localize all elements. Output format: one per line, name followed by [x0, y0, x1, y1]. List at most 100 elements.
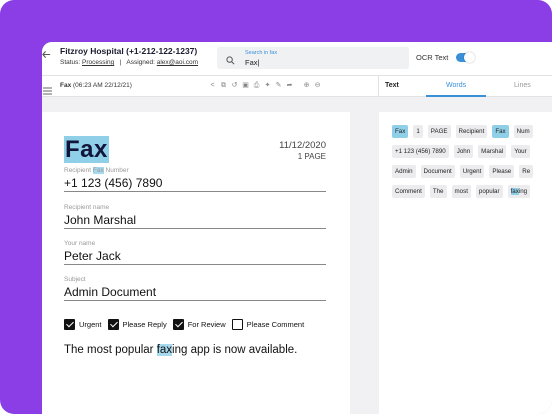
tab-text[interactable]: Text [385, 82, 399, 89]
word-chip[interactable]: 1 [413, 125, 423, 138]
status-separator: | [116, 59, 125, 66]
word-chip[interactable]: Urgent [459, 165, 485, 178]
checkbox-for-review[interactable]: For Review [172, 319, 226, 330]
text-part: ing app is now available. [172, 344, 298, 356]
status-value[interactable]: Processing [82, 59, 114, 66]
word-chip[interactable]: Fax [392, 125, 409, 138]
document-name: Fax [60, 82, 72, 89]
word-row: Admin Document Urgent Please Re [392, 165, 552, 178]
checkbox-box[interactable] [64, 319, 75, 330]
word-chip[interactable]: PAGE [427, 125, 451, 138]
word-chip[interactable]: Recipient [455, 125, 488, 138]
word-chip[interactable]: Marshal [478, 145, 507, 158]
zoom-in-icon[interactable]: ⊕ [302, 80, 311, 92]
print-icon[interactable]: ⎙ [252, 80, 261, 92]
word-row: Fax 1 PAGE Recipient Fax Num [392, 125, 552, 138]
fax-page: Fax 11/12/2020 1 PAGE Recipient Fax Numb… [42, 112, 350, 414]
ocr-tabs: Text Words Lines [379, 76, 552, 97]
checkbox-urgent[interactable]: Urgent [64, 319, 102, 330]
field-label: Recipient Fax Number [64, 167, 326, 174]
checkbox-label: Please Comment [246, 320, 305, 329]
label-part: Recipient [64, 167, 93, 174]
document-viewer: Fax 11/12/2020 1 PAGE Recipient Fax Numb… [42, 97, 379, 414]
checkbox-please-comment[interactable]: Please Comment [231, 319, 305, 330]
status-prefix: Status: [60, 59, 81, 66]
word-chip[interactable]: The [429, 185, 447, 198]
field-label: Recipient name [64, 204, 110, 211]
copy-icon[interactable]: ⧉ [219, 80, 228, 92]
background-frame: Fitzroy Hospital (+1-212-122-1237) Statu… [0, 0, 552, 414]
menu-icon[interactable] [43, 82, 52, 95]
subject-field: Subject Admin Document [64, 276, 326, 301]
fax-heading: Fax [64, 136, 109, 164]
search-input[interactable]: Search in fax Fax| [217, 47, 409, 69]
checkbox-label: Please Reply [122, 320, 167, 329]
checkbox-box[interactable] [231, 319, 243, 330]
field-value: John Marshal [64, 213, 137, 227]
assigned-prefix: Assigned: [126, 59, 155, 66]
search-value[interactable]: Fax| [245, 58, 259, 67]
tool-icons: < ⧉ ↺ ▣ ⎙ ✦ ✎ ➦ ⊕ ⊖ [208, 80, 322, 94]
word-chip[interactable]: Admin [392, 165, 416, 178]
page-title: Fitzroy Hospital (+1-212-122-1237) [60, 46, 198, 56]
field-value: +1 123 (456) 7890 [64, 176, 163, 190]
word-chip[interactable]: popular [475, 185, 503, 198]
checkbox-label: Urgent [79, 320, 102, 329]
word-chip[interactable]: +1 123 (456) 7890 [392, 145, 449, 158]
app-window: Fitzroy Hospital (+1-212-122-1237) Statu… [42, 42, 552, 414]
field-label: Your name [64, 240, 96, 247]
toggle-knob [464, 52, 475, 63]
word-highlight: fax [510, 188, 519, 195]
word-chip[interactable]: most [451, 185, 471, 198]
ocr-toggle[interactable] [456, 52, 475, 63]
word-chip[interactable]: Please [489, 165, 515, 178]
field-value: Admin Document [64, 285, 157, 299]
recipient-fax-field: Recipient Fax Number +1 123 (456) 7890 [64, 167, 326, 192]
edit-icon[interactable]: ✎ [274, 80, 283, 92]
text-part: The most popular [64, 344, 157, 356]
word-chip[interactable]: Document [420, 165, 455, 178]
forward-icon[interactable]: ➦ [285, 80, 294, 92]
status-line: Status: Processing | Assigned: alex@aoi.… [60, 59, 198, 66]
tab-lines[interactable]: Lines [514, 82, 531, 89]
word-chip[interactable]: Comment [392, 185, 425, 198]
search-icon [226, 52, 236, 65]
ocr-panel: Fax 1 PAGE Recipient Fax Num +1 123 (456… [379, 97, 552, 414]
magic-icon[interactable]: ✦ [263, 80, 272, 92]
field-label: Subject [64, 276, 86, 283]
save-icon[interactable]: ▣ [241, 80, 250, 92]
words-panel: Fax 1 PAGE Recipient Fax Num +1 123 (456… [379, 112, 552, 414]
zoom-out-icon[interactable]: ⊖ [313, 80, 322, 92]
checkbox-label: For Review [187, 320, 226, 329]
search-label: Search in fax [245, 50, 278, 56]
title-bar: Fitzroy Hospital (+1-212-122-1237) Statu… [42, 42, 552, 75]
field-value: Peter Jack [64, 249, 121, 263]
document-tab[interactable]: Fax (06:23 AM 22/12/21) [60, 82, 132, 89]
word-row: Comment The most popular faxing [392, 185, 552, 198]
fax-pages: 1 PAGE [297, 152, 326, 161]
word-chip[interactable]: Your [511, 145, 530, 158]
checkbox-box[interactable] [107, 319, 119, 330]
document-toolbar: Fax (06:23 AM 22/12/21) < ⧉ ↺ ▣ ⎙ ✦ ✎ ➦ … [42, 75, 552, 98]
assigned-value[interactable]: alex@aoi.com [157, 59, 198, 66]
checkbox-box[interactable] [172, 319, 184, 330]
recipient-name-field: Recipient name John Marshal [64, 204, 326, 229]
word-chip[interactable]: Num [513, 125, 533, 138]
word-chip-faxing[interactable]: faxing [507, 185, 531, 198]
word-chip[interactable]: Re [519, 165, 534, 178]
rotate-icon[interactable]: ↺ [230, 80, 239, 92]
ocr-text-label: OCR Text [416, 53, 449, 62]
label-highlight: Fax [92, 167, 104, 174]
arrow-left-icon[interactable] [42, 50, 52, 64]
word-chip[interactable]: John [453, 145, 474, 158]
checkbox-please-reply[interactable]: Please Reply [107, 319, 167, 330]
word-chip[interactable]: Fax [492, 125, 509, 138]
share-icon[interactable]: < [208, 80, 217, 92]
tab-words[interactable]: Words [446, 82, 466, 89]
label-part: Number [103, 167, 129, 174]
fax-date: 11/12/2020 [279, 140, 326, 151]
word-chip-list: Fax 1 PAGE Recipient Fax Num +1 123 (456… [392, 125, 552, 205]
fax-body-text: The most popular faxing app is now avail… [64, 344, 297, 356]
word-row: +1 123 (456) 7890 John Marshal Your [392, 145, 552, 158]
document-meta: (06:23 AM 22/12/21) [73, 82, 132, 89]
